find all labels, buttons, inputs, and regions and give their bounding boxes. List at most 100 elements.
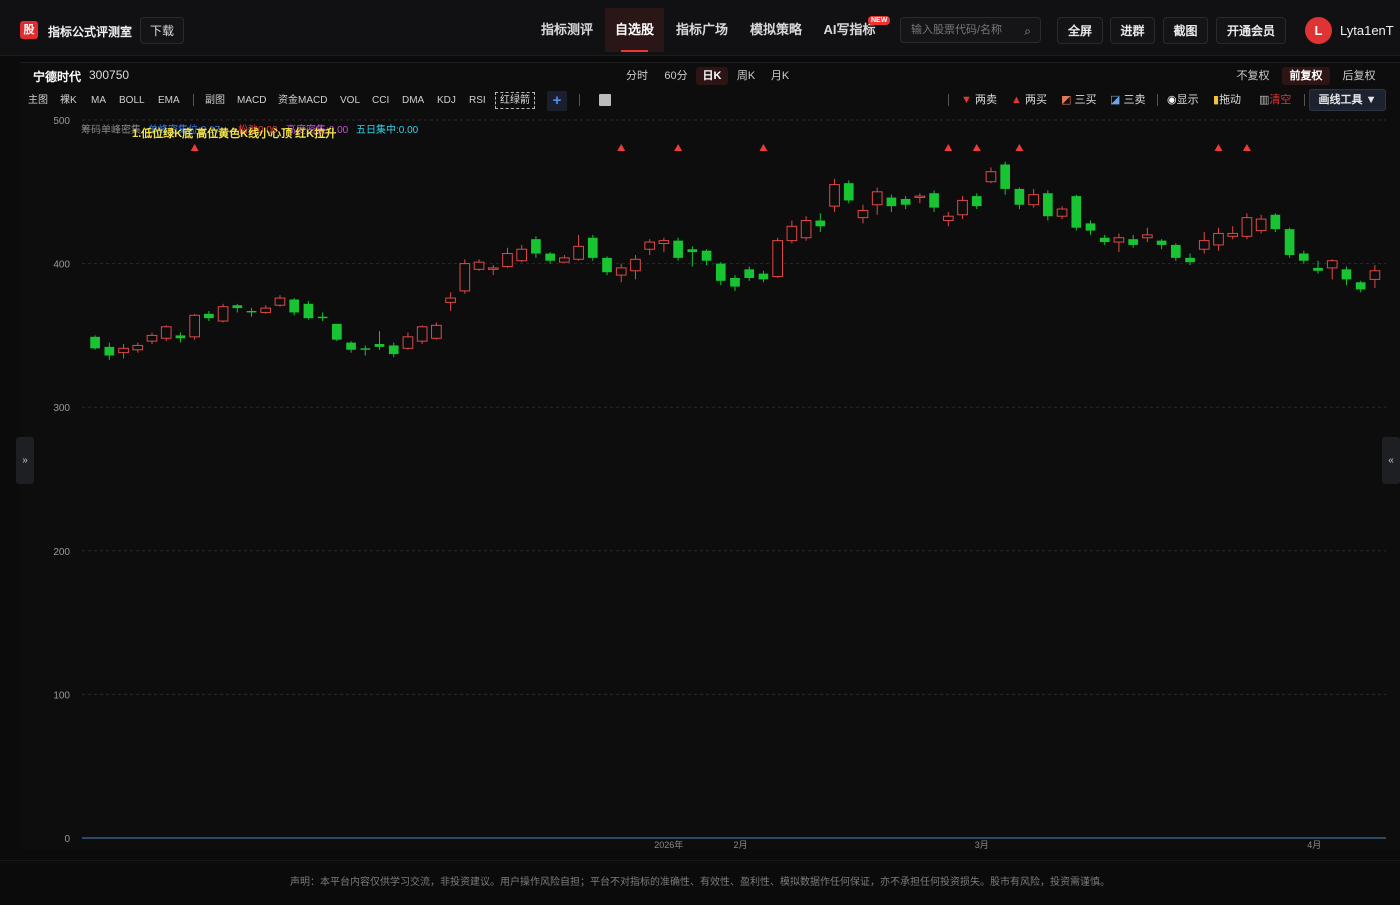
app-name: 指标公式评测室 bbox=[48, 25, 133, 39]
adjust-backward[interactable]: 后复权 bbox=[1337, 67, 1381, 85]
candle bbox=[1185, 257, 1195, 263]
candle bbox=[1255, 218, 1267, 232]
ind-boll[interactable]: BOLL bbox=[119, 94, 145, 108]
tool-clear[interactable]: ▥清空 bbox=[1259, 93, 1291, 107]
candle bbox=[1270, 214, 1281, 230]
candle bbox=[602, 257, 612, 273]
candle bbox=[673, 240, 683, 258]
ind-sub[interactable]: 副图 bbox=[205, 94, 225, 108]
candle bbox=[1142, 234, 1153, 239]
buy-signal-marker bbox=[190, 144, 199, 151]
buy-signal-marker bbox=[674, 144, 683, 151]
eye-icon: ◉ bbox=[1167, 94, 1177, 106]
avatar[interactable]: L bbox=[1305, 17, 1332, 44]
candle bbox=[232, 305, 243, 309]
nav-indicator-review[interactable]: 指标测评 bbox=[528, 8, 606, 52]
ind-ma[interactable]: MA bbox=[91, 94, 106, 108]
ind-kdj[interactable]: KDJ bbox=[437, 94, 456, 108]
candle bbox=[744, 269, 755, 278]
candle bbox=[701, 250, 712, 261]
period-60min[interactable]: 60分 bbox=[660, 67, 692, 85]
candle bbox=[374, 344, 385, 347]
candle bbox=[175, 335, 186, 339]
candle bbox=[502, 253, 513, 267]
tool-two-buy[interactable]: ▲ 两买 bbox=[1011, 93, 1047, 107]
tool-three-buy[interactable]: ◩ 三买 bbox=[1061, 93, 1096, 107]
nav-sim-strategy[interactable]: 模拟策略 bbox=[740, 8, 812, 52]
candle bbox=[90, 336, 100, 349]
candle bbox=[957, 199, 968, 216]
up-triangle-icon: ▲ bbox=[1011, 94, 1022, 106]
tool-two-sell[interactable]: ▼ 两卖 bbox=[961, 93, 997, 107]
nav-ai-indicator[interactable]: AI写指标 NEW bbox=[812, 8, 891, 52]
adjust-forward[interactable]: 前复权 bbox=[1282, 67, 1330, 85]
tool-show[interactable]: ◉显示 bbox=[1167, 93, 1199, 107]
line-chart-icon: ◩ bbox=[1061, 94, 1072, 106]
candle bbox=[246, 310, 257, 313]
ind-rsi[interactable]: RSI bbox=[469, 94, 486, 108]
candle bbox=[516, 248, 528, 262]
buy-signal-marker bbox=[1015, 144, 1024, 151]
y-tick-label: 400 bbox=[53, 260, 70, 271]
fullscreen-button[interactable]: 全屏 bbox=[1057, 17, 1103, 44]
expand-left-button[interactable]: » bbox=[16, 437, 34, 484]
candle bbox=[317, 316, 328, 319]
ind-red-green-arrow[interactable]: 红绿箭 bbox=[495, 92, 535, 109]
x-tick-label: 2月 bbox=[734, 840, 748, 850]
period-intraday[interactable]: 分时 bbox=[623, 67, 651, 85]
nav-indicator-square[interactable]: 指标广场 bbox=[664, 8, 740, 52]
candle bbox=[1056, 208, 1068, 217]
trash-icon: ▥ bbox=[1259, 94, 1270, 106]
candle bbox=[644, 241, 656, 250]
candle bbox=[942, 215, 954, 222]
screenshot-button[interactable]: 截图 bbox=[1163, 17, 1208, 44]
candle bbox=[189, 314, 200, 338]
search-input[interactable] bbox=[911, 22, 1021, 38]
y-axis-ticks: 500 400 300 200 100 0 bbox=[53, 116, 70, 845]
candle bbox=[217, 306, 229, 322]
draw-tools-button[interactable]: 画线工具 ▼ bbox=[1309, 89, 1386, 111]
candle bbox=[204, 313, 214, 319]
candle bbox=[929, 193, 939, 208]
ind-fund-macd[interactable]: 资金MACD bbox=[278, 94, 327, 108]
nav-watchlist[interactable]: 自选股 bbox=[605, 8, 664, 52]
candlestick-chart[interactable]: 500 400 300 200 100 0 2026年 2月 3月 4月 bbox=[20, 110, 1390, 850]
candle bbox=[402, 336, 414, 349]
tool-drag[interactable]: ▮拖动 bbox=[1213, 93, 1241, 107]
candle bbox=[630, 258, 641, 272]
app-logo-icon: 股 bbox=[20, 21, 38, 39]
period-monthly[interactable]: 月K bbox=[766, 67, 794, 85]
save-icon[interactable] bbox=[599, 94, 611, 106]
stock-search[interactable]: ⌕ bbox=[900, 17, 1041, 43]
collapse-right-button[interactable]: « bbox=[1382, 437, 1400, 484]
candle bbox=[715, 263, 726, 281]
candle bbox=[900, 198, 911, 205]
ind-main[interactable]: 主图 bbox=[28, 94, 48, 108]
active-tab-underline bbox=[621, 50, 648, 52]
username[interactable]: Lyta1enT bbox=[1340, 23, 1394, 38]
ind-vol[interactable]: VOL bbox=[340, 94, 360, 108]
signal-markers bbox=[190, 144, 1251, 151]
ind-macd[interactable]: MACD bbox=[237, 94, 266, 108]
candle bbox=[459, 263, 471, 292]
period-daily[interactable]: 日K bbox=[696, 67, 728, 85]
ind-dma[interactable]: DMA bbox=[402, 94, 424, 108]
ind-ema[interactable]: EMA bbox=[158, 94, 180, 108]
vip-button[interactable]: 开通会员 bbox=[1216, 17, 1286, 44]
candle bbox=[1128, 239, 1138, 245]
candle bbox=[487, 267, 499, 270]
candle bbox=[1071, 196, 1082, 228]
ind-naked-k[interactable]: 裸K bbox=[60, 94, 77, 108]
x-tick-label: 3月 bbox=[975, 840, 989, 850]
ind-cci[interactable]: CCI bbox=[372, 94, 389, 108]
add-indicator-button[interactable]: + bbox=[547, 91, 567, 111]
download-button[interactable]: 下载 bbox=[140, 17, 184, 44]
period-weekly[interactable]: 周K bbox=[732, 67, 760, 85]
nav-label: 模拟策略 bbox=[749, 22, 802, 37]
tool-three-sell[interactable]: ◪ 三卖 bbox=[1110, 93, 1145, 107]
candle bbox=[531, 239, 541, 254]
adjust-none[interactable]: 不复权 bbox=[1231, 67, 1275, 85]
join-group-button[interactable]: 进群 bbox=[1110, 17, 1155, 44]
search-icon[interactable]: ⌕ bbox=[1024, 24, 1031, 39]
x-tick-label: 2026年 bbox=[654, 839, 683, 850]
